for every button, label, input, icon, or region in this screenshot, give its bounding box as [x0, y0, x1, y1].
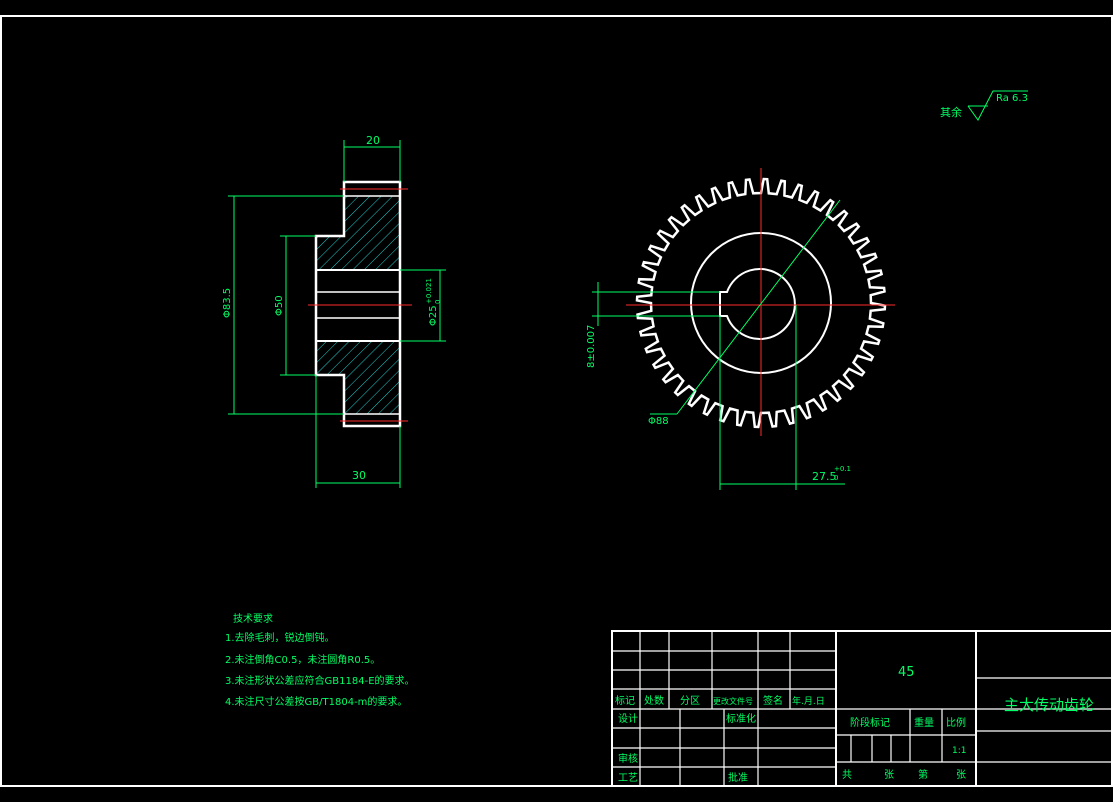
scale-value: 1:1 [952, 746, 966, 756]
dim-keyway-tol-upper: +0.1 [834, 465, 851, 473]
rev-header-count: 处数 [644, 694, 664, 707]
dim-bore-tol-upper: +0.021 [425, 278, 433, 304]
front-view: 8±0.007 Φ88 27.5 +0.1 0 [586, 168, 895, 490]
stage-mark-label: 阶段标记 [850, 716, 890, 729]
scale-label: 比例 [946, 716, 966, 729]
standardize-label: 标准化 [726, 712, 756, 725]
dim-bore-diameter: Φ25 [428, 305, 439, 326]
drawing-frame [0, 15, 1113, 787]
sheet-unit-label: 张 [884, 769, 894, 781]
dim-hub-diameter: Φ50 [274, 295, 285, 316]
section-view: 20 30 Φ83.5 Φ50 Φ25 +0.021 0 [222, 134, 446, 488]
rev-header-sign: 签名 [763, 694, 783, 707]
dim-keyway-depth: 27.5 [812, 470, 837, 483]
dim-total-width: 30 [352, 469, 366, 482]
roughness-label: 其余 [940, 105, 962, 119]
rev-header-date: 年.月.日 [792, 695, 825, 707]
material-label: 45 [898, 665, 915, 680]
rev-header-zone: 分区 [680, 695, 700, 707]
note-item-2: 2.未注倒角C0.5，未注圆角R0.5。 [225, 653, 380, 666]
note-item-4: 4.未注尺寸公差按GB/T1804-m的要求。 [225, 695, 407, 708]
sheet-no-label: 第 [918, 768, 928, 781]
review-label: 审核 [618, 752, 638, 765]
dim-hub-width: 20 [366, 134, 380, 147]
roughness-value: Ra 6.3 [996, 93, 1028, 104]
cad-drawing: 20 30 Φ83.5 Φ50 Φ25 +0.021 0 8±0.007 Φ88… [0, 15, 1113, 787]
rev-header-mark: 标记 [615, 695, 635, 707]
note-item-3: 3.未注形状公差应符合GB1184-E的要求。 [225, 674, 415, 687]
design-label: 设计 [618, 712, 638, 725]
process-label: 工艺 [618, 772, 638, 784]
sheet-total-label: 共 [842, 769, 852, 781]
roughness-symbol: 其余 Ra 6.3 [940, 90, 1028, 121]
section-hatch-top [316, 196, 400, 270]
dim-bore-tol-lower: 0 [434, 300, 442, 304]
approve-label: 批准 [728, 771, 748, 784]
note-item-1: 1.去除毛刺，锐边倒钝。 [225, 631, 335, 644]
dim-keyway-width: 8±0.007 [586, 325, 597, 368]
bore-with-keyway [719, 268, 796, 340]
rev-header-doc: 更改文件号 [713, 696, 753, 706]
weight-label: 重量 [914, 716, 934, 729]
section-hatch-bottom [316, 341, 400, 414]
sheet-unit2-label: 张 [956, 769, 966, 781]
notes-title: 技术要求 [233, 612, 273, 625]
technical-notes: 技术要求 1.去除毛刺，锐边倒钝。 2.未注倒角C0.5，未注圆角R0.5。 3… [225, 612, 415, 708]
part-name: 主大传动齿轮 [1004, 696, 1094, 714]
dim-keyway-tol-lower: 0 [834, 474, 838, 482]
dim-circle-diameter: Φ88 [648, 416, 669, 427]
dim-tip-diameter: Φ83.5 [222, 288, 233, 318]
